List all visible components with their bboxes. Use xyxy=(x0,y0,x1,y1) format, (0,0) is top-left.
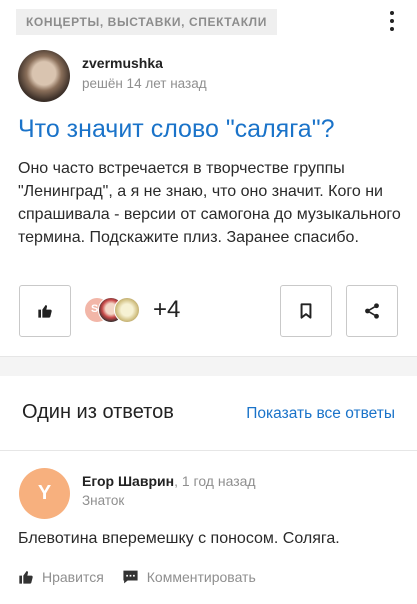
page: КОНЦЕРТЫ, ВЫСТАВКИ, СПЕКТАКЛИ zvermushka… xyxy=(0,0,417,604)
show-all-answers-link[interactable]: Показать все ответы xyxy=(246,405,395,423)
answer-text: Блевотина вперемешку с поносом. Соляга. xyxy=(18,530,340,547)
share-icon xyxy=(365,303,379,319)
thumbs-up-icon xyxy=(19,571,33,584)
voter-avatar xyxy=(114,297,140,323)
answerer-rank: Знаток xyxy=(82,493,125,508)
answerer-line: Егор Шаврин, 1 год назад xyxy=(82,473,256,489)
bookmark-button[interactable] xyxy=(280,285,332,337)
answerer-name[interactable]: Егор Шаврин xyxy=(82,473,174,489)
voters-extra-count[interactable]: +4 xyxy=(153,296,180,324)
answerer-avatar-letter: Y xyxy=(37,482,52,504)
author-avatar[interactable] xyxy=(18,50,70,102)
voters-avatars[interactable]: S xyxy=(84,297,148,325)
comment-icon xyxy=(123,570,138,584)
more-vertical-icon[interactable] xyxy=(387,11,397,31)
category-chip[interactable]: КОНЦЕРТЫ, ВЫСТАВКИ, СПЕКТАКЛИ xyxy=(16,9,277,35)
comment-label: Комментировать xyxy=(146,569,256,585)
answer-comment-button[interactable]: Комментировать xyxy=(122,569,256,585)
answer-like-button[interactable]: Нравится xyxy=(18,569,104,585)
share-button[interactable] xyxy=(346,285,398,337)
answers-header: Один из ответов Показать все ответы xyxy=(0,376,417,451)
answer-time: , 1 год назад xyxy=(174,473,256,489)
thumbs-up-icon xyxy=(38,305,52,318)
question-body: Оно часто встречается в творчестве групп… xyxy=(18,160,401,246)
answer-actions: Нравится Комментировать xyxy=(18,569,256,585)
like-label: Нравится xyxy=(42,569,104,585)
answers-card: Один из ответов Показать все ответы Y Ег… xyxy=(0,376,417,604)
question-status: решён 14 лет назад xyxy=(82,76,207,91)
answers-heading: Один из ответов xyxy=(22,401,174,423)
author-name[interactable]: zvermushka xyxy=(82,55,163,71)
answerer-avatar[interactable]: Y xyxy=(19,468,70,519)
like-button[interactable] xyxy=(19,285,71,337)
question-title: Что значит слово "саляга"? xyxy=(18,115,335,143)
question-card: КОНЦЕРТЫ, ВЫСТАВКИ, СПЕКТАКЛИ zvermushka… xyxy=(0,0,417,357)
bookmark-icon xyxy=(300,303,312,319)
